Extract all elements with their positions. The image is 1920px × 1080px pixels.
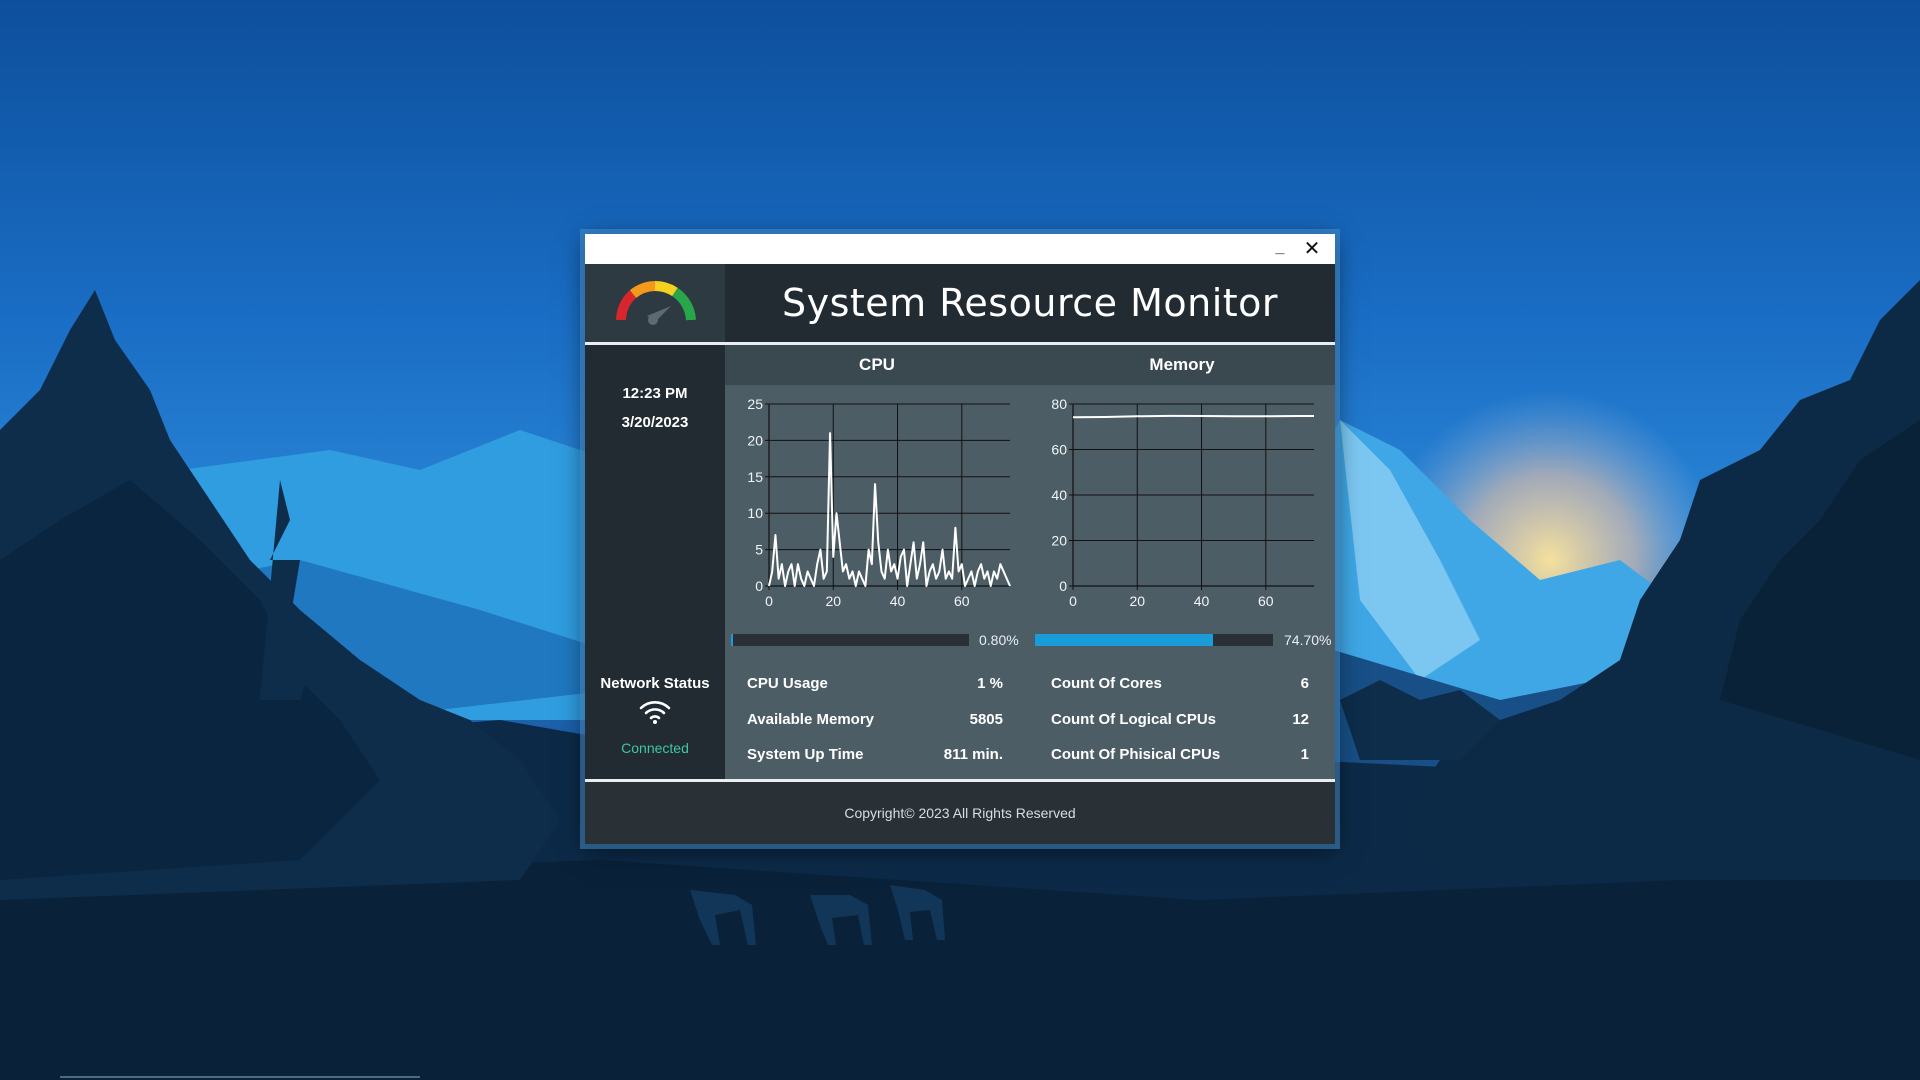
- memory-chart: 0 20 40 60 0 20 40 60 80: [1051, 396, 1314, 609]
- clock-date: 3/20/2023: [621, 414, 689, 431]
- y-tick-label: 60: [1051, 442, 1067, 458]
- stat-row-uptime: System Up Time 811 min.: [725, 746, 1029, 776]
- memory-usage-bar-fill: [1035, 634, 1213, 646]
- network-status-value: Connected: [621, 740, 689, 756]
- y-tick-label: 10: [747, 505, 763, 521]
- system-stats-panel: Count Of Cores 6 Count Of Logical CPUs 1…: [1029, 655, 1335, 779]
- network-status-label: Network Status: [600, 675, 710, 692]
- clock-time: 12:23 PM: [622, 385, 688, 402]
- memory-usage-percent: 74.70%: [1284, 632, 1332, 648]
- y-tick-label: 0: [755, 578, 763, 594]
- stat-row-available-memory: Available Memory 5805: [725, 711, 1029, 741]
- logo-cell: [585, 264, 725, 342]
- cpu-panel-title: CPU: [725, 345, 1029, 385]
- datetime-panel: 12:23 PM 3/20/2023: [585, 345, 725, 655]
- copyright-text: Copyright© 2023 All Rights Reserved: [844, 805, 1076, 821]
- network-panel: Network Status Connected: [585, 655, 725, 779]
- cpu-usage-bar-fill: [731, 634, 733, 646]
- x-tick-label: 40: [1194, 593, 1210, 609]
- stat-label: Count Of Logical CPUs: [1051, 711, 1216, 728]
- cpu-stats-panel: CPU Usage 1 % Available Memory 5805 Syst…: [725, 655, 1029, 779]
- close-button[interactable]: ✕: [1299, 236, 1325, 260]
- app-title: System Resource Monitor: [781, 281, 1279, 325]
- stat-value: 1 %: [977, 675, 1003, 692]
- taskbar-edge: [60, 1076, 420, 1078]
- stat-label: Available Memory: [747, 711, 874, 728]
- stat-label: Count Of Phisical CPUs: [1051, 746, 1221, 763]
- stat-row-physical-cpus: Count Of Phisical CPUs 1: [1029, 746, 1335, 776]
- stat-row-logical-cpus: Count Of Logical CPUs 12: [1029, 711, 1335, 741]
- x-tick-label: 20: [825, 593, 841, 609]
- stat-value: 6: [1300, 675, 1309, 692]
- stat-value: 1: [1300, 746, 1309, 763]
- cpu-usage-percent: 0.80%: [979, 632, 1019, 648]
- memory-panel-title: Memory: [1029, 345, 1335, 385]
- y-tick-label: 80: [1051, 396, 1067, 412]
- stat-value: 12: [1292, 711, 1309, 728]
- memory-panel: Memory 0 20 40 60 0 20 40 60 80 74.70%: [1029, 345, 1335, 655]
- x-tick-label: 60: [1258, 593, 1274, 609]
- stat-label: CPU Usage: [747, 675, 828, 692]
- memory-usage-bar: [1035, 634, 1273, 646]
- y-tick-label: 5: [755, 542, 763, 558]
- app-header: System Resource Monitor: [585, 264, 1335, 342]
- y-tick-label: 0: [1059, 578, 1067, 594]
- y-tick-label: 40: [1051, 487, 1067, 503]
- stat-value: 5805: [969, 711, 1003, 728]
- x-tick-label: 0: [765, 593, 773, 609]
- x-tick-label: 60: [954, 593, 970, 609]
- stat-label: System Up Time: [747, 746, 864, 763]
- cpu-chart: 0 20 40 60 0 5 10 15 20 25: [747, 396, 1011, 609]
- title-bar[interactable]: _ ✕: [585, 234, 1335, 264]
- y-tick-label: 20: [1051, 533, 1067, 549]
- x-tick-label: 20: [1129, 593, 1145, 609]
- system-monitor-window: _ ✕ System Resource Monitor 12:23 PM 3/2…: [585, 234, 1335, 844]
- wifi-icon: [639, 701, 671, 724]
- series-line: [1072, 414, 1314, 419]
- y-tick-label: 25: [747, 396, 763, 412]
- y-tick-label: 15: [747, 469, 763, 485]
- stat-row-cores: Count Of Cores 6: [1029, 675, 1335, 705]
- stat-value: 811 min.: [943, 746, 1003, 763]
- cpu-panel: CPU 0 20 40 60 0 5 10 15 20 25 0.80%: [725, 345, 1029, 655]
- stat-row-cpu-usage: CPU Usage 1 %: [725, 675, 1029, 705]
- x-tick-label: 40: [890, 593, 906, 609]
- footer: Copyright© 2023 All Rights Reserved: [585, 782, 1335, 844]
- stat-label: Count Of Cores: [1051, 675, 1162, 692]
- x-tick-label: 0: [1069, 593, 1077, 609]
- cpu-usage-bar: [731, 634, 969, 646]
- gauge-icon: [616, 280, 696, 325]
- y-tick-label: 20: [747, 432, 763, 448]
- minimize-button[interactable]: _: [1267, 236, 1293, 260]
